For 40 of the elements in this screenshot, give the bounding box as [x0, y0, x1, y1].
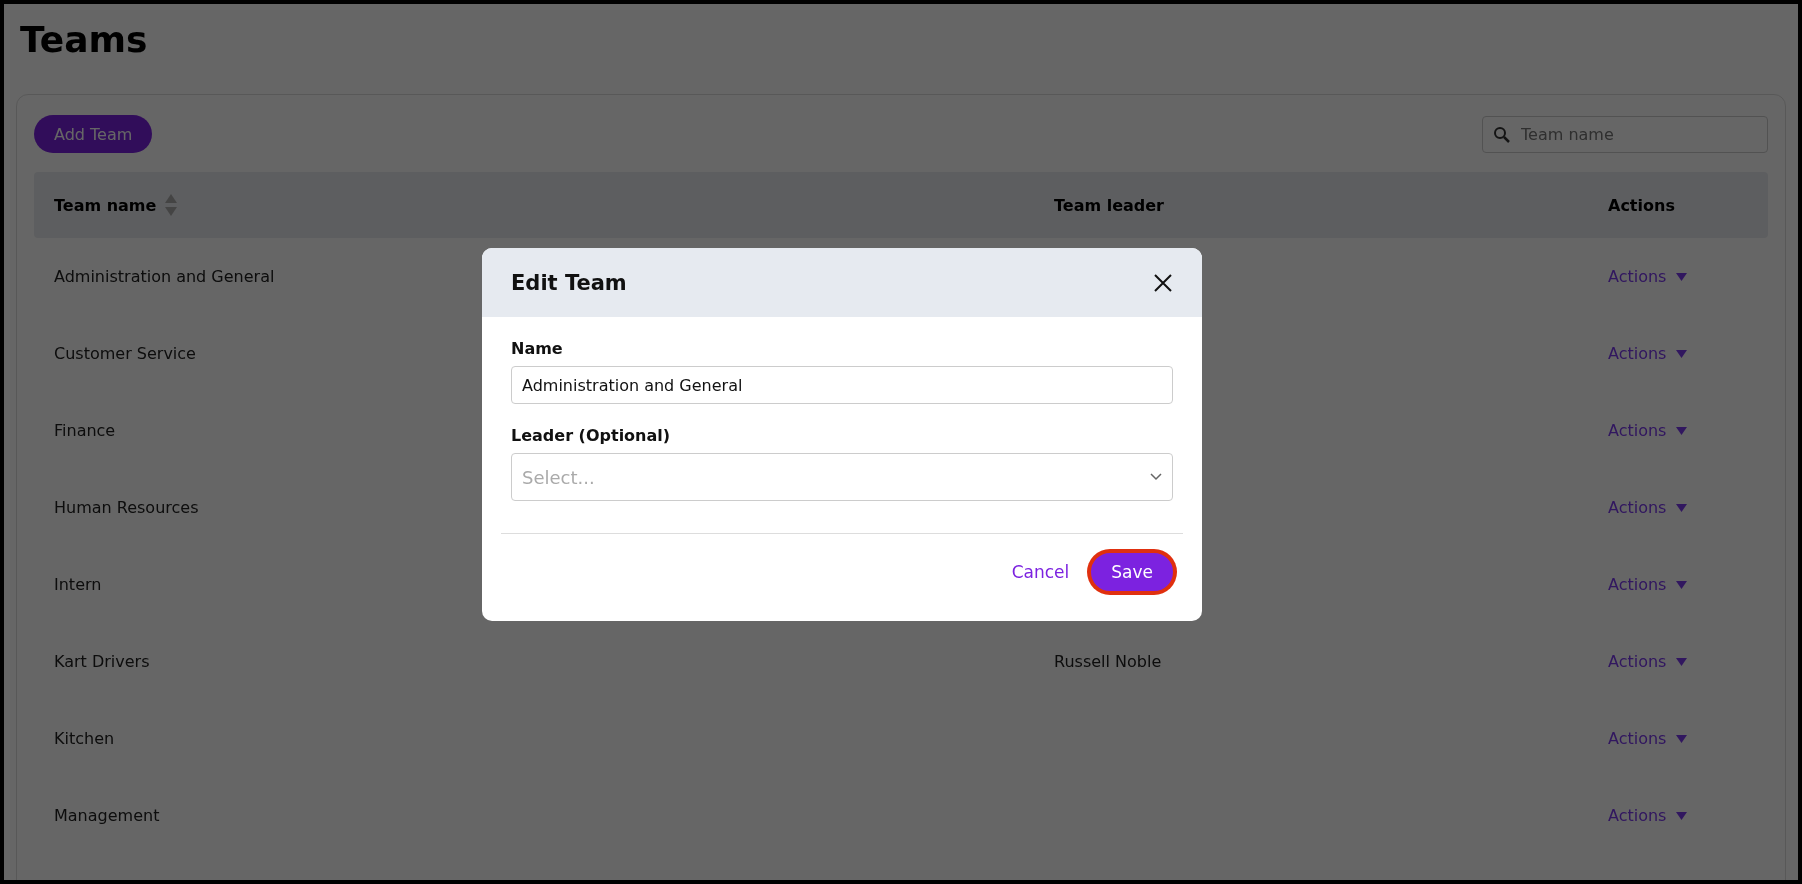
caret-icon: [1676, 580, 1688, 589]
caret-icon: [1676, 734, 1688, 743]
actions-dropdown[interactable]: Actions: [1608, 575, 1688, 594]
name-input[interactable]: Administration and General: [511, 366, 1173, 404]
actions-dropdown[interactable]: Actions: [1608, 421, 1688, 440]
column-header[interactable]: Team name: [54, 195, 157, 215]
save-button[interactable]: Save: [1089, 551, 1175, 593]
table-cell: Kart Drivers: [54, 652, 150, 671]
column-header: Actions: [1608, 195, 1675, 215]
field-label: Name: [511, 339, 564, 358]
actions-dropdown[interactable]: Actions: [1608, 806, 1688, 825]
chevron-icon: [1150, 473, 1162, 481]
page-title: Teams: [20, 18, 149, 62]
actions-dropdown[interactable]: Actions: [1608, 344, 1688, 363]
caret-icon: [1676, 811, 1688, 820]
field-label: Leader (Optional): [511, 426, 672, 445]
dialog-title: Edit Team: [511, 270, 627, 295]
actions-dropdown[interactable]: Actions: [1608, 652, 1688, 671]
table-cell: Human Resources: [54, 498, 199, 517]
close-icon[interactable]: [1154, 273, 1172, 292]
caret-icon: [1676, 426, 1688, 435]
table-cell: Finance: [54, 421, 116, 440]
caret-icon: [1676, 503, 1688, 512]
actions-dropdown[interactable]: Actions: [1608, 498, 1688, 517]
caret-icon: [1676, 657, 1688, 666]
leader-select[interactable]: Select...: [511, 453, 1173, 501]
cancel-button[interactable]: Cancel: [1005, 561, 1076, 583]
table-cell: Russell Noble: [1054, 652, 1162, 671]
table-cell: Administration and General: [54, 267, 275, 286]
table-cell: Customer Service: [54, 344, 196, 363]
caret-icon: [1676, 272, 1688, 281]
column-header: Team leader: [1054, 195, 1164, 215]
add-team-button[interactable]: Add Team: [34, 115, 153, 153]
actions-dropdown[interactable]: Actions: [1608, 267, 1688, 286]
caret-icon: [1676, 349, 1688, 358]
table-cell: Intern: [54, 575, 102, 594]
table-cell: Kitchen: [54, 729, 115, 748]
search-icon: [1493, 125, 1511, 144]
table-cell: Management: [54, 806, 160, 825]
actions-dropdown[interactable]: Actions: [1608, 729, 1688, 748]
